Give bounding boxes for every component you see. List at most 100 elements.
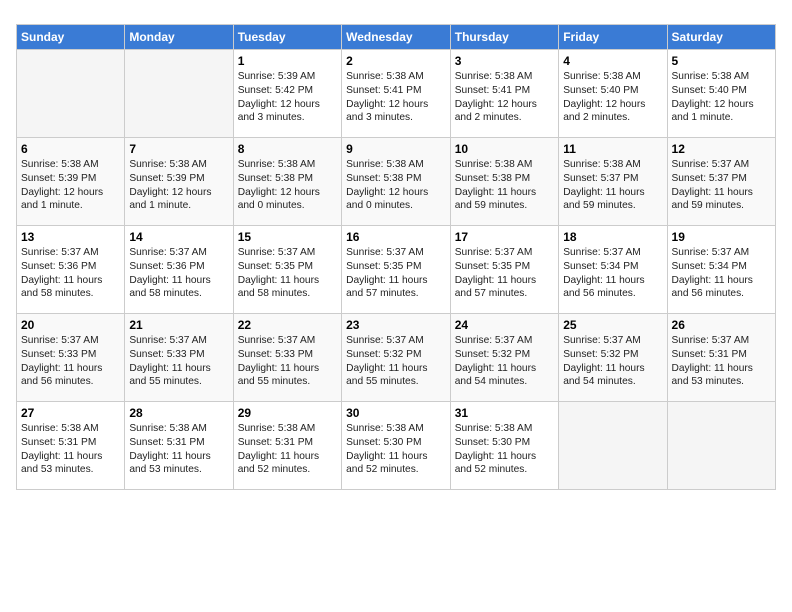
day-number: 16	[346, 230, 446, 244]
day-number: 31	[455, 406, 554, 420]
day-number: 4	[563, 54, 662, 68]
day-info: Sunrise: 5:38 AMSunset: 5:41 PMDaylight:…	[346, 70, 446, 125]
col-header-tuesday: Tuesday	[233, 25, 341, 50]
day-cell: 31 Sunrise: 5:38 AMSunset: 5:30 PMDayligh…	[450, 402, 558, 490]
col-header-monday: Monday	[125, 25, 233, 50]
day-number: 7	[129, 142, 228, 156]
day-cell: 24 Sunrise: 5:37 AMSunset: 5:32 PMDayligh…	[450, 314, 558, 402]
day-info: Sunrise: 5:37 AMSunset: 5:33 PMDaylight:…	[129, 334, 228, 389]
day-info: Sunrise: 5:38 AMSunset: 5:38 PMDaylight:…	[346, 158, 446, 213]
day-number: 24	[455, 318, 554, 332]
day-cell: 3 Sunrise: 5:38 AMSunset: 5:41 PMDaylight…	[450, 50, 558, 138]
day-info: Sunrise: 5:38 AMSunset: 5:31 PMDaylight:…	[238, 422, 337, 477]
day-cell: 18 Sunrise: 5:37 AMSunset: 5:34 PMDayligh…	[559, 226, 667, 314]
col-header-friday: Friday	[559, 25, 667, 50]
day-cell: 25 Sunrise: 5:37 AMSunset: 5:32 PMDayligh…	[559, 314, 667, 402]
day-number: 18	[563, 230, 662, 244]
day-info: Sunrise: 5:37 AMSunset: 5:31 PMDaylight:…	[672, 334, 771, 389]
day-info: Sunrise: 5:38 AMSunset: 5:31 PMDaylight:…	[129, 422, 228, 477]
day-number: 19	[672, 230, 771, 244]
day-info: Sunrise: 5:37 AMSunset: 5:35 PMDaylight:…	[346, 246, 446, 301]
day-info: Sunrise: 5:38 AMSunset: 5:37 PMDaylight:…	[563, 158, 662, 213]
day-info: Sunrise: 5:37 AMSunset: 5:36 PMDaylight:…	[21, 246, 120, 301]
day-number: 9	[346, 142, 446, 156]
day-cell: 17 Sunrise: 5:37 AMSunset: 5:35 PMDayligh…	[450, 226, 558, 314]
day-info: Sunrise: 5:37 AMSunset: 5:34 PMDaylight:…	[672, 246, 771, 301]
day-info: Sunrise: 5:38 AMSunset: 5:30 PMDaylight:…	[346, 422, 446, 477]
day-cell	[125, 50, 233, 138]
day-info: Sunrise: 5:37 AMSunset: 5:34 PMDaylight:…	[563, 246, 662, 301]
day-info: Sunrise: 5:37 AMSunset: 5:32 PMDaylight:…	[455, 334, 554, 389]
day-number: 6	[21, 142, 120, 156]
day-cell: 16 Sunrise: 5:37 AMSunset: 5:35 PMDayligh…	[342, 226, 451, 314]
day-cell: 8 Sunrise: 5:38 AMSunset: 5:38 PMDaylight…	[233, 138, 341, 226]
day-number: 28	[129, 406, 228, 420]
day-number: 5	[672, 54, 771, 68]
day-number: 25	[563, 318, 662, 332]
day-cell: 4 Sunrise: 5:38 AMSunset: 5:40 PMDaylight…	[559, 50, 667, 138]
day-number: 1	[238, 54, 337, 68]
day-cell: 15 Sunrise: 5:37 AMSunset: 5:35 PMDayligh…	[233, 226, 341, 314]
day-number: 13	[21, 230, 120, 244]
day-cell: 13 Sunrise: 5:37 AMSunset: 5:36 PMDayligh…	[17, 226, 125, 314]
day-cell: 5 Sunrise: 5:38 AMSunset: 5:40 PMDaylight…	[667, 50, 775, 138]
day-cell: 26 Sunrise: 5:37 AMSunset: 5:31 PMDayligh…	[667, 314, 775, 402]
day-cell: 1 Sunrise: 5:39 AMSunset: 5:42 PMDaylight…	[233, 50, 341, 138]
day-cell	[17, 50, 125, 138]
day-number: 23	[346, 318, 446, 332]
col-header-thursday: Thursday	[450, 25, 558, 50]
day-info: Sunrise: 5:38 AMSunset: 5:31 PMDaylight:…	[21, 422, 120, 477]
day-number: 3	[455, 54, 554, 68]
day-number: 29	[238, 406, 337, 420]
day-info: Sunrise: 5:37 AMSunset: 5:32 PMDaylight:…	[563, 334, 662, 389]
day-number: 17	[455, 230, 554, 244]
day-info: Sunrise: 5:38 AMSunset: 5:39 PMDaylight:…	[21, 158, 120, 213]
day-cell: 20Sunrise: 5:37 AMSunset: 5:33 PMDayligh…	[17, 314, 125, 402]
day-info: Sunrise: 5:38 AMSunset: 5:39 PMDaylight:…	[129, 158, 228, 213]
day-info: Sunrise: 5:37 AMSunset: 5:35 PMDaylight:…	[455, 246, 554, 301]
day-info: Sunrise: 5:38 AMSunset: 5:40 PMDaylight:…	[672, 70, 771, 125]
day-cell: 9 Sunrise: 5:38 AMSunset: 5:38 PMDaylight…	[342, 138, 451, 226]
day-cell: 22 Sunrise: 5:37 AMSunset: 5:33 PMDayligh…	[233, 314, 341, 402]
day-number: 30	[346, 406, 446, 420]
week-row-5: 27 Sunrise: 5:38 AMSunset: 5:31 PMDayligh…	[17, 402, 776, 490]
calendar-header-row: SundayMondayTuesdayWednesdayThursdayFrid…	[17, 25, 776, 50]
day-cell: 11Sunrise: 5:38 AMSunset: 5:37 PMDayligh…	[559, 138, 667, 226]
day-info: Sunrise: 5:37 AMSunset: 5:37 PMDaylight:…	[672, 158, 771, 213]
week-row-3: 13 Sunrise: 5:37 AMSunset: 5:36 PMDayligh…	[17, 226, 776, 314]
day-number: 22	[238, 318, 337, 332]
day-cell: 19 Sunrise: 5:37 AMSunset: 5:34 PMDayligh…	[667, 226, 775, 314]
day-cell	[667, 402, 775, 490]
day-info: Sunrise: 5:38 AMSunset: 5:40 PMDaylight:…	[563, 70, 662, 125]
day-cell	[559, 402, 667, 490]
day-number: 2	[346, 54, 446, 68]
day-cell: 21 Sunrise: 5:37 AMSunset: 5:33 PMDayligh…	[125, 314, 233, 402]
day-info: Sunrise: 5:38 AMSunset: 5:38 PMDaylight:…	[238, 158, 337, 213]
day-number: 8	[238, 142, 337, 156]
day-number: 14	[129, 230, 228, 244]
col-header-saturday: Saturday	[667, 25, 775, 50]
day-number: 15	[238, 230, 337, 244]
day-number: 12	[672, 142, 771, 156]
day-number: 27	[21, 406, 120, 420]
day-cell: 23 Sunrise: 5:37 AMSunset: 5:32 PMDayligh…	[342, 314, 451, 402]
day-info: Sunrise: 5:39 AMSunset: 5:42 PMDaylight:…	[238, 70, 337, 125]
col-header-wednesday: Wednesday	[342, 25, 451, 50]
week-row-4: 20Sunrise: 5:37 AMSunset: 5:33 PMDayligh…	[17, 314, 776, 402]
day-info: Sunrise: 5:38 AMSunset: 5:38 PMDaylight:…	[455, 158, 554, 213]
day-cell: 2 Sunrise: 5:38 AMSunset: 5:41 PMDaylight…	[342, 50, 451, 138]
day-info: Sunrise: 5:37 AMSunset: 5:35 PMDaylight:…	[238, 246, 337, 301]
day-info: Sunrise: 5:37 AMSunset: 5:33 PMDaylight:…	[21, 334, 120, 389]
calendar-table: SundayMondayTuesdayWednesdayThursdayFrid…	[16, 24, 776, 490]
day-number: 26	[672, 318, 771, 332]
day-cell: 29 Sunrise: 5:38 AMSunset: 5:31 PMDayligh…	[233, 402, 341, 490]
day-cell: 6 Sunrise: 5:38 AMSunset: 5:39 PMDaylight…	[17, 138, 125, 226]
day-cell: 10Sunrise: 5:38 AMSunset: 5:38 PMDayligh…	[450, 138, 558, 226]
day-info: Sunrise: 5:37 AMSunset: 5:36 PMDaylight:…	[129, 246, 228, 301]
day-info: Sunrise: 5:38 AMSunset: 5:30 PMDaylight:…	[455, 422, 554, 477]
day-info: Sunrise: 5:37 AMSunset: 5:33 PMDaylight:…	[238, 334, 337, 389]
day-info: Sunrise: 5:37 AMSunset: 5:32 PMDaylight:…	[346, 334, 446, 389]
day-cell: 28 Sunrise: 5:38 AMSunset: 5:31 PMDayligh…	[125, 402, 233, 490]
day-number: 21	[129, 318, 228, 332]
day-info: Sunrise: 5:38 AMSunset: 5:41 PMDaylight:…	[455, 70, 554, 125]
